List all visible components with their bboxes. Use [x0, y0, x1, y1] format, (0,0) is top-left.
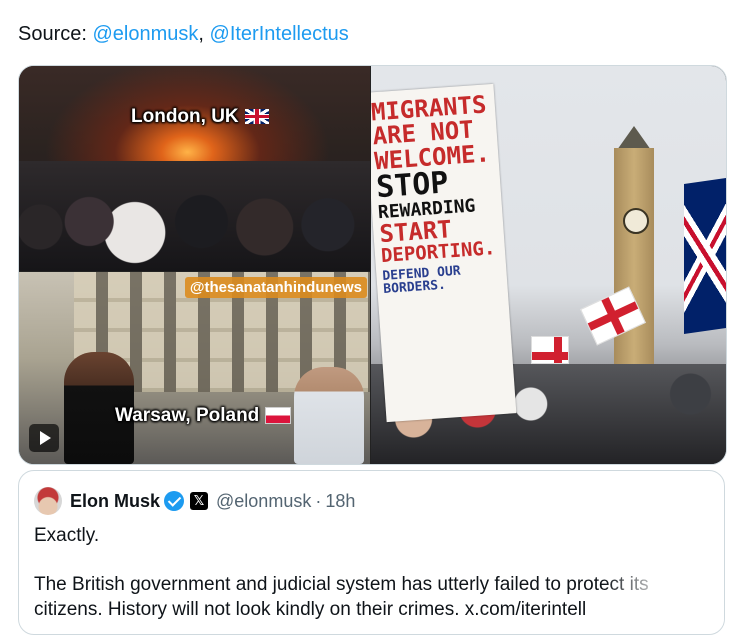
- source-line: Source: @elonmusk, @IterIntellectus: [18, 21, 349, 47]
- source-link-iterintellectus[interactable]: @IterIntellectus: [210, 23, 349, 45]
- separator-dot: ·: [315, 490, 322, 511]
- poland-flag-icon: [265, 407, 292, 425]
- play-icon[interactable]: [29, 424, 59, 452]
- sign-line: DEFEND OUR BORDERS.: [381, 263, 462, 298]
- author-handle[interactable]: @elonmusk: [216, 491, 311, 512]
- media-tile-london[interactable]: London, UK: [19, 66, 370, 271]
- crowd-image: [19, 161, 370, 271]
- sign-line: DEPORTING.: [380, 236, 496, 267]
- avatar[interactable]: [34, 487, 62, 515]
- clock-icon: [623, 208, 649, 234]
- person-image: [294, 367, 364, 464]
- post-text-paragraph: Exactly.: [34, 525, 100, 546]
- x-logo-icon: 𝕏: [190, 492, 209, 510]
- protest-sign: MIGRANTS ARE NOT WELCOME. STOP REWARDING…: [371, 83, 517, 423]
- london-caption-text: London, UK: [131, 106, 239, 127]
- london-caption: London, UK: [131, 106, 269, 128]
- source-separator: ,: [198, 23, 210, 45]
- big-ben-spire: [617, 126, 651, 150]
- media-tile-protest[interactable]: MIGRANTS ARE NOT WELCOME. STOP REWARDING…: [371, 66, 726, 464]
- union-jack-flag-icon: [684, 178, 726, 334]
- uk-flag-icon: [244, 109, 269, 125]
- source-prefix: Source:: [18, 23, 93, 45]
- media-tile-warsaw[interactable]: Warsaw, Poland: [19, 272, 370, 464]
- post-timestamp[interactable]: 18h: [325, 491, 355, 512]
- watermark-label: @thesanatanhindunews: [184, 277, 367, 298]
- text-fade-overlay: [604, 574, 724, 634]
- quoted-post[interactable]: Elon Musk 𝕏 @elonmusk · 18h Exactly. The…: [18, 470, 725, 635]
- warsaw-caption: Warsaw, Poland: [115, 405, 292, 427]
- warsaw-caption-text: Warsaw, Poland: [115, 405, 260, 426]
- big-ben-tower: [614, 148, 654, 383]
- st-george-flag-icon: [531, 336, 569, 364]
- author-name[interactable]: Elon Musk: [70, 491, 160, 512]
- verified-badge-icon: [164, 491, 185, 511]
- quoted-post-header: Elon Musk 𝕏 @elonmusk · 18h: [34, 487, 355, 515]
- media-grid[interactable]: London, UK Warsaw, Poland @thesanatanhin…: [18, 65, 727, 465]
- source-link-elonmusk[interactable]: @elonmusk: [92, 23, 198, 45]
